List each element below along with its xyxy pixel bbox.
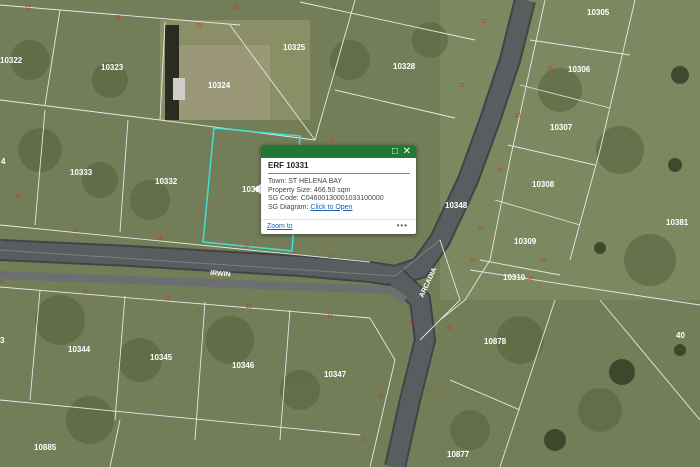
erf-label: 10322 <box>0 56 23 65</box>
dimension-label: 12 <box>327 314 333 320</box>
dimension-label: 11 <box>0 280 5 286</box>
town-label: Town: <box>268 178 287 185</box>
erf-label: 4 <box>1 157 6 166</box>
popup-attributes: Town: ST HELENA BAY Property Size: 466.5… <box>268 178 384 212</box>
size-value: 466.50 sqm <box>313 186 351 194</box>
erf-label: 10310 <box>503 273 526 282</box>
erf-label: 10381 <box>666 218 689 227</box>
feature-popup: □ ✕ ERF 10331 Town: ST HELENA BAY Proper… <box>261 145 416 234</box>
dimension-label: 12 <box>246 304 252 310</box>
erf-label: 10878 <box>484 337 507 346</box>
sgdiagram-label: SG Diagram: <box>268 203 309 211</box>
road-label-irwin: IRWIN <box>210 270 231 278</box>
maximize-icon[interactable]: □ <box>392 146 398 157</box>
erf-label: 10325 <box>283 43 306 52</box>
sgdiagram-link[interactable]: Click to Open <box>310 204 352 211</box>
dimension-label: 12 <box>527 276 533 282</box>
dimension-label: 23 <box>547 66 553 72</box>
size-row: Property Size: 466.50 sqm <box>268 187 384 196</box>
dimension-label: 23 <box>497 168 503 174</box>
erf-label: 10347 <box>324 370 347 379</box>
dimension-label: 23 <box>478 226 484 232</box>
sgcode-label: SG Code: <box>268 195 299 203</box>
erf-label: 10333 <box>70 168 93 177</box>
dimension-label: 20 <box>165 296 171 302</box>
erf-label: 10332 <box>155 177 178 186</box>
dimension-label: 16 <box>115 15 121 21</box>
popup-title: ERF 10331 <box>268 161 309 170</box>
sgcode-row: SG Code: C04600130001033100000 <box>268 195 384 204</box>
erf-label: 10348 <box>445 201 468 210</box>
dimension-label: 9 <box>363 438 366 444</box>
popup-header: □ ✕ <box>261 145 416 158</box>
erf-label: 10885 <box>34 443 57 452</box>
dimension-label: 12 <box>82 289 88 295</box>
dimension-label: 23 <box>233 5 239 11</box>
dimension-label: 16 <box>157 236 163 242</box>
dimension-label: 12 <box>328 254 334 260</box>
dimension-label: 12 <box>428 389 434 395</box>
dimension-label: 20 <box>243 244 249 250</box>
erf-label: 10309 <box>514 237 537 246</box>
town-row: Town: ST HELENA BAY <box>268 178 384 187</box>
more-options-icon[interactable]: ••• <box>397 221 408 230</box>
erf-label: 10307 <box>550 123 573 132</box>
erf-label: 10306 <box>568 65 591 74</box>
erf-label: 10324 <box>208 81 231 90</box>
dimension-label: 12 <box>541 258 547 264</box>
sgcode-value: C04600130001033100000 <box>300 195 384 203</box>
erf-label: 10328 <box>393 62 416 71</box>
size-label: Property Size: <box>268 186 312 194</box>
close-icon[interactable]: ✕ <box>403 146 411 157</box>
erf-label: 10346 <box>232 361 255 370</box>
popup-footer: Zoom to ••• <box>261 219 416 235</box>
dimension-label: 12 <box>515 113 521 119</box>
town-value: ST HELENA BAY <box>288 178 343 185</box>
dimension-label: 12 <box>378 394 384 400</box>
erf-label: 10323 <box>101 63 124 72</box>
dimension-label: 23 <box>447 326 453 332</box>
dimension-label: 12 <box>481 19 487 25</box>
erf-label: 3 <box>0 336 5 345</box>
erf-label: 10877 <box>447 450 470 459</box>
dimension-label: 12 <box>25 6 31 12</box>
zoom-to-link[interactable]: Zoom to <box>267 223 293 230</box>
dimension-label: 9 <box>410 321 413 327</box>
popup-divider <box>268 173 410 174</box>
dimension-label: 23 <box>470 258 476 264</box>
dimension-label: 20 <box>196 23 202 29</box>
erf-label: 40 <box>676 331 685 340</box>
sgdiagram-row: SG Diagram: Click to Open <box>268 204 384 213</box>
dimension-label: 17 <box>15 194 21 200</box>
dimension-label: 23 <box>459 83 465 89</box>
erf-label: 10344 <box>68 345 91 354</box>
erf-label: 10305 <box>587 8 610 17</box>
erf-label: 10345 <box>150 353 173 362</box>
erf-label: 10308 <box>532 180 555 189</box>
dimension-label: 12 <box>72 228 78 234</box>
